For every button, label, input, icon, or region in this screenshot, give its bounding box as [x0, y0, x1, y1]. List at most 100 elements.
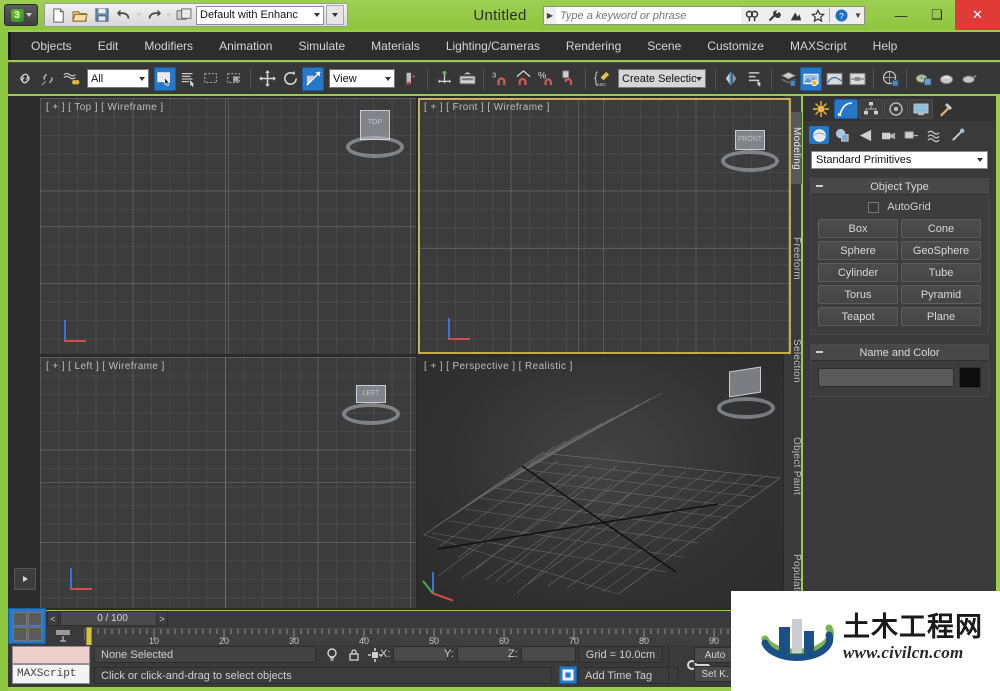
create-tab[interactable] — [809, 99, 833, 119]
percent-snap-toggle-icon[interactable]: % — [535, 67, 557, 91]
maximize-button[interactable]: ❑ — [919, 3, 955, 27]
shapes-button[interactable] — [832, 126, 852, 144]
close-button[interactable]: ✕ — [955, 0, 1000, 30]
ribbon-tab-object-paint[interactable]: Object Paint — [784, 426, 802, 506]
menu-item-maxscript[interactable]: MAXScript — [777, 32, 860, 60]
viewcube-left[interactable]: LEFT — [342, 375, 400, 425]
viewcube-top[interactable]: TOP — [346, 108, 404, 158]
viewport-label-perspective[interactable]: [ + ] [ Perspective ] [ Realistic ] — [424, 361, 573, 372]
coordinate-z[interactable]: Z: — [508, 646, 576, 662]
viewport-label-left[interactable]: [ + ] [ Left ] [ Wireframe ] — [46, 361, 165, 372]
timeline-ruler[interactable]: 10 20 30 40 50 60 70 80 90 — [84, 628, 783, 645]
coordinate-z-input[interactable] — [520, 646, 576, 662]
viewport-label-top[interactable]: [ + ] [ Top ] [ Wireframe ] — [46, 102, 164, 113]
lightbulb-icon[interactable] — [324, 647, 340, 662]
select-and-scale-icon[interactable] — [302, 66, 324, 91]
menu-item-materials[interactable]: Materials — [358, 32, 433, 60]
undo-dropdown-chevron-icon[interactable] — [136, 13, 142, 17]
minimize-button[interactable]: — — [883, 3, 919, 27]
material-editor-icon[interactable] — [879, 67, 901, 91]
window-crossing-icon[interactable] — [223, 67, 245, 91]
next-frame-button[interactable]: > — [156, 611, 168, 626]
menu-item-edit[interactable]: Edit — [85, 32, 132, 60]
rollout-header-object-type[interactable]: Object Type — [811, 179, 988, 195]
quick-access-more-button[interactable] — [326, 5, 344, 25]
spinner-snap-toggle-icon[interactable] — [558, 67, 580, 91]
object-category-dropdown[interactable]: Standard Primitives — [811, 151, 988, 169]
menu-item-objects[interactable]: Objects — [18, 32, 85, 60]
coordinate-y[interactable]: Y: — [444, 646, 512, 662]
search-input[interactable] — [556, 7, 741, 24]
create-geosphere-button[interactable]: GeoSphere — [901, 241, 981, 260]
undo-icon[interactable] — [114, 5, 134, 25]
maxscript-mini-listener[interactable]: MAXScript — [12, 664, 90, 684]
viewcube-perspective[interactable] — [717, 366, 775, 419]
add-time-tag-button[interactable]: Add Time Tag — [578, 667, 678, 684]
subscription-icon[interactable] — [785, 6, 807, 25]
object-name-input[interactable] — [818, 368, 954, 387]
set-project-folder-icon[interactable] — [174, 5, 194, 25]
lock-selection-icon[interactable] — [346, 647, 362, 662]
display-tab[interactable] — [909, 99, 933, 119]
menu-item-animation[interactable]: Animation — [206, 32, 285, 60]
help-dropdown-chevron-icon[interactable]: ▼ — [852, 11, 864, 20]
keyboard-shortcut-override-icon[interactable] — [456, 67, 478, 91]
coordinate-y-input[interactable] — [456, 646, 512, 662]
new-file-icon[interactable] — [48, 5, 68, 25]
create-plane-button[interactable]: Plane — [901, 307, 981, 326]
select-object-icon[interactable] — [154, 66, 176, 91]
redo-dropdown-chevron-icon[interactable] — [166, 13, 172, 17]
modify-tab[interactable] — [834, 99, 858, 119]
current-frame-display[interactable]: 0 / 100 — [60, 611, 165, 626]
maxscript-mini-listener-color[interactable] — [12, 646, 90, 664]
coordinate-x[interactable]: X: — [380, 646, 449, 662]
object-color-swatch[interactable] — [959, 367, 981, 388]
create-box-button[interactable]: Box — [818, 219, 898, 238]
time-slider-handle[interactable] — [86, 627, 92, 646]
hierarchy-tab[interactable] — [859, 99, 883, 119]
help-question-icon[interactable]: ? — [830, 6, 852, 25]
create-cone-button[interactable]: Cone — [901, 219, 981, 238]
curve-editor-icon[interactable] — [823, 67, 845, 91]
geometry-button[interactable] — [809, 126, 829, 144]
render-setup-icon[interactable] — [912, 67, 934, 91]
menu-item-simulate[interactable]: Simulate — [285, 32, 358, 60]
motion-tab[interactable] — [884, 99, 908, 119]
open-file-icon[interactable] — [70, 5, 90, 25]
expand-animation-layers-button[interactable] — [14, 568, 36, 590]
angle-snap-toggle-icon[interactable] — [512, 67, 534, 91]
select-by-name-icon[interactable] — [177, 67, 199, 91]
rollout-header-name-and-color[interactable]: Name and Color — [811, 345, 988, 361]
mirror-icon[interactable] — [721, 67, 743, 91]
menu-item-lighting-cameras[interactable]: Lighting/Cameras — [433, 32, 553, 60]
viewport-left[interactable]: [ + ] [ Left ] [ Wireframe ] LEFT — [40, 357, 416, 608]
unlink-selection-icon[interactable] — [37, 67, 59, 91]
menu-item-help[interactable]: Help — [860, 32, 911, 60]
search-expand-chevron-icon[interactable]: ▶ — [544, 11, 556, 20]
selection-filter-dropdown[interactable]: All — [87, 69, 149, 88]
wrench-icon[interactable] — [763, 6, 785, 25]
viewport-label-front[interactable]: [ + ] [ Front ] [ Wireframe ] — [424, 102, 550, 113]
select-and-manipulate-icon[interactable] — [433, 67, 455, 91]
auto-key-button[interactable]: Auto — [694, 647, 736, 663]
save-file-icon[interactable] — [92, 5, 112, 25]
create-tube-button[interactable]: Tube — [901, 263, 981, 282]
named-selection-sets-dropdown[interactable]: Create Selection Se — [618, 69, 706, 88]
create-teapot-button[interactable]: Teapot — [818, 307, 898, 326]
viewport-layout-tabs-button[interactable] — [8, 608, 46, 644]
create-torus-button[interactable]: Torus — [818, 285, 898, 304]
set-key-button[interactable]: Set K. — [694, 666, 736, 682]
systems-button[interactable] — [947, 126, 967, 144]
bind-to-space-warp-icon[interactable] — [60, 67, 82, 91]
edit-named-selection-sets-icon[interactable]: ABC — [591, 67, 613, 91]
workspace-dropdown[interactable]: Default with Enhanc — [196, 5, 324, 25]
application-menu-button[interactable]: 3 — [4, 4, 38, 26]
cameras-button[interactable] — [878, 126, 898, 144]
open-mini-curve-editor-icon[interactable] — [52, 628, 74, 644]
autogrid-checkbox[interactable] — [868, 201, 880, 213]
use-center-flyout-icon[interactable] — [400, 67, 422, 91]
space-warps-button[interactable] — [924, 126, 944, 144]
toggle-scene-explorer-icon[interactable] — [800, 66, 822, 91]
time-tag-icon[interactable] — [559, 666, 577, 684]
coordinate-x-input[interactable] — [393, 646, 449, 662]
